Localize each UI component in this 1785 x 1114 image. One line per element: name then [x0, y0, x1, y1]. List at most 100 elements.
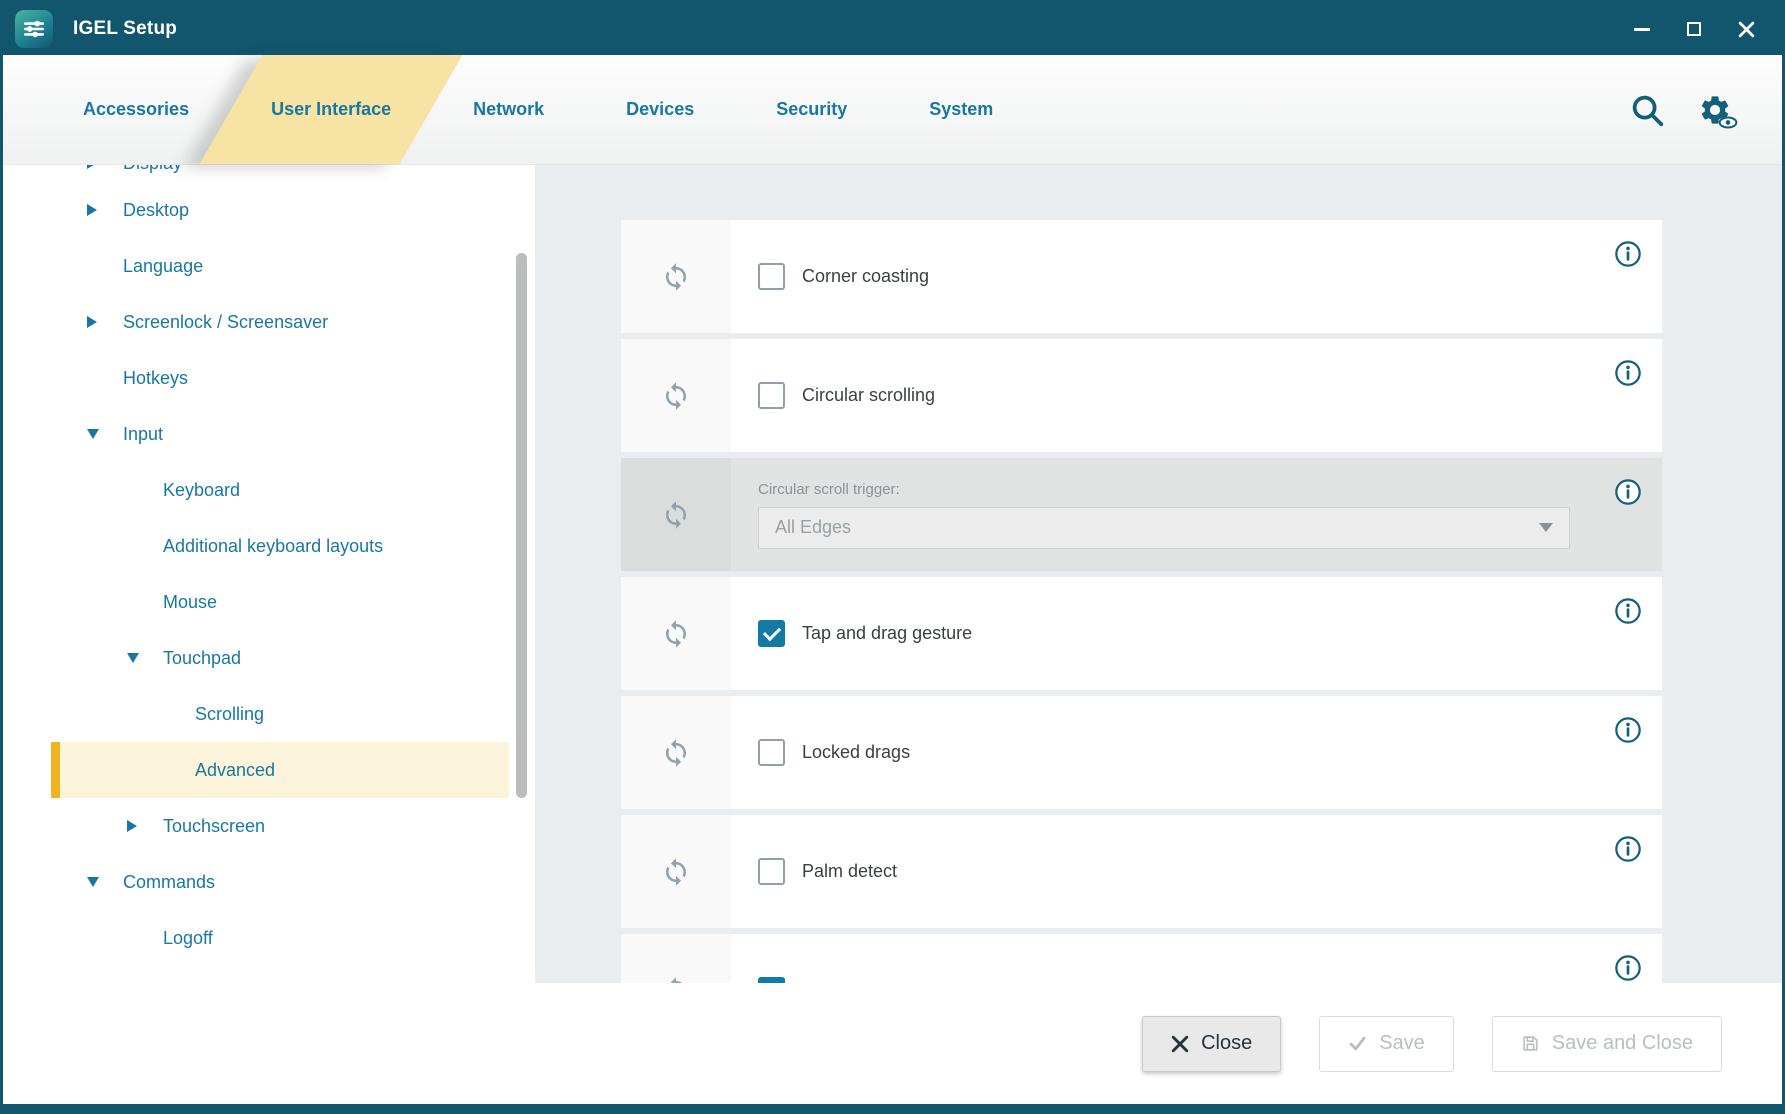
sidebar-item-language[interactable]: Language [3, 238, 535, 294]
reset-to-default-button[interactable] [621, 458, 731, 571]
info-icon [1614, 240, 1642, 268]
info-button[interactable] [1614, 359, 1642, 387]
reset-to-default-button[interactable] [621, 696, 731, 809]
sidebar-item-hotkeys[interactable]: Hotkeys [3, 350, 535, 406]
sidebar-item-keyboard[interactable]: Keyboard [3, 462, 535, 518]
checkbox-setting: Palm detect [731, 815, 1662, 928]
info-button[interactable] [1614, 716, 1642, 744]
maximize-icon [1687, 22, 1701, 36]
close-button[interactable]: Close [1142, 1016, 1281, 1072]
tab-bar-tabs: Accessories User Interface Network Devices S… [3, 55, 1011, 164]
tab-network[interactable]: Network [455, 55, 562, 164]
igel-setup-window: IGEL Setup Accessories User Interface Netw… [0, 0, 1785, 1114]
setting-row-clipped [621, 934, 1662, 983]
sidebar-item-commands[interactable]: Commands [3, 854, 535, 910]
checkbox-setting: Tap and drag gesture [731, 577, 1662, 690]
tab-bar-icons [1626, 89, 1782, 131]
info-button[interactable] [1614, 954, 1642, 982]
sidebar-item-desktop[interactable]: Desktop [3, 182, 535, 238]
sidebar-item-advanced[interactable]: Advanced [3, 742, 535, 798]
tab-label: Security [776, 99, 847, 120]
chevron-right-icon [87, 204, 123, 216]
sidebar-item-additional-keyboard-layouts[interactable]: Additional keyboard layouts [3, 518, 535, 574]
sidebar-scrollbar[interactable] [516, 253, 527, 798]
chevron-right-icon [87, 165, 123, 169]
minimize-button[interactable] [1616, 3, 1668, 55]
checkbox-locked-drags[interactable] [758, 739, 785, 766]
reset-to-default-button[interactable] [621, 339, 731, 452]
check-icon [1348, 1034, 1367, 1053]
reset-to-default-button[interactable] [621, 815, 731, 928]
chevron-down-icon [87, 877, 123, 887]
chevron-down-icon [87, 429, 123, 439]
sidebar-item-label: Advanced [195, 760, 275, 781]
checkbox-palm-detect[interactable] [758, 858, 785, 885]
search-icon[interactable] [1626, 89, 1668, 131]
close-button[interactable] [1720, 3, 1772, 55]
checkbox-label: Corner coasting [802, 266, 929, 287]
sidebar-item-input[interactable]: Input [3, 406, 535, 462]
sidebar-item-label: Scrolling [195, 704, 264, 725]
checkbox-clipped[interactable] [758, 977, 785, 983]
window-title: IGEL Setup [73, 18, 177, 40]
main-body: DisplayDesktopLanguageScreenlock / Scree… [3, 165, 1782, 983]
maximize-button[interactable] [1668, 3, 1720, 55]
reset-to-default-button[interactable] [621, 934, 731, 983]
info-button[interactable] [1614, 240, 1642, 268]
info-icon [1614, 716, 1642, 744]
tab-devices[interactable]: Devices [608, 55, 712, 164]
select-setting: Circular scroll trigger: All Edges [731, 458, 1662, 571]
settings-rows: Corner coastingCircular scrollingCircula… [621, 220, 1662, 983]
floppy-disk-icon [1521, 1034, 1540, 1053]
window-controls [1616, 3, 1772, 55]
settings-gear-icon[interactable] [1694, 89, 1736, 131]
tab-label: Devices [626, 99, 694, 120]
setting-row-tap-and-drag-gesture: Tap and drag gesture [621, 577, 1662, 690]
tab-security[interactable]: Security [758, 55, 865, 164]
reset-to-default-button[interactable] [621, 220, 731, 333]
info-button[interactable] [1614, 478, 1642, 506]
sidebar-item-mouse[interactable]: Mouse [3, 574, 535, 630]
checkbox-corner-coasting[interactable] [758, 263, 785, 290]
info-button[interactable] [1614, 597, 1642, 625]
save-button[interactable]: Save [1319, 1016, 1454, 1072]
checkbox-setting: Circular scrolling [731, 339, 1662, 452]
footer-bar: Close Save Save and Close [3, 983, 1782, 1104]
sidebar-item-touchscreen[interactable]: Touchscreen [3, 798, 535, 854]
checkbox-label: Palm detect [802, 861, 897, 882]
checkbox-setting [731, 934, 1662, 983]
sidebar-item-label: Hotkeys [123, 368, 188, 389]
dropdown-caret-icon [1539, 523, 1553, 532]
reset-sync-icon [661, 738, 691, 768]
tab-bar: Accessories User Interface Network Devices S… [3, 55, 1782, 165]
sidebar-item-label: Touchscreen [163, 816, 265, 837]
tab-system[interactable]: System [911, 55, 1011, 164]
chevron-right-icon [127, 820, 163, 832]
info-button[interactable] [1614, 835, 1642, 863]
close-x-icon [1171, 1035, 1189, 1053]
select-label: Circular scroll trigger: [758, 481, 1570, 498]
info-icon [1614, 597, 1642, 625]
checkbox-circular-scrolling[interactable] [758, 382, 785, 409]
sidebar-item-label: Logoff [163, 928, 213, 949]
reset-to-default-button[interactable] [621, 577, 731, 690]
app-logo-icon [15, 10, 53, 48]
button-label: Save [1379, 1032, 1425, 1055]
sidebar-item-label: Screenlock / Screensaver [123, 312, 328, 333]
checkbox-tap-and-drag-gesture[interactable] [758, 620, 785, 647]
chevron-right-icon [87, 316, 123, 328]
minimize-icon [1634, 28, 1650, 31]
setting-row-corner-coasting: Corner coasting [621, 220, 1662, 333]
select-dropdown[interactable]: All Edges [758, 507, 1570, 549]
tab-user-interface[interactable]: User Interface [253, 55, 409, 164]
tree-items: DisplayDesktopLanguageScreenlock / Scree… [3, 182, 535, 966]
tab-label: User Interface [271, 99, 391, 120]
sidebar-item-screenlock-screensaver[interactable]: Screenlock / Screensaver [3, 294, 535, 350]
button-label: Save and Close [1552, 1032, 1693, 1055]
sidebar-item-scrolling[interactable]: Scrolling [3, 686, 535, 742]
sidebar-item-label: Mouse [163, 592, 217, 613]
save-and-close-button[interactable]: Save and Close [1492, 1016, 1722, 1072]
sidebar-item-logoff[interactable]: Logoff [3, 910, 535, 966]
sidebar-item-touchpad[interactable]: Touchpad [3, 630, 535, 686]
tab-accessories[interactable]: Accessories [65, 55, 207, 164]
